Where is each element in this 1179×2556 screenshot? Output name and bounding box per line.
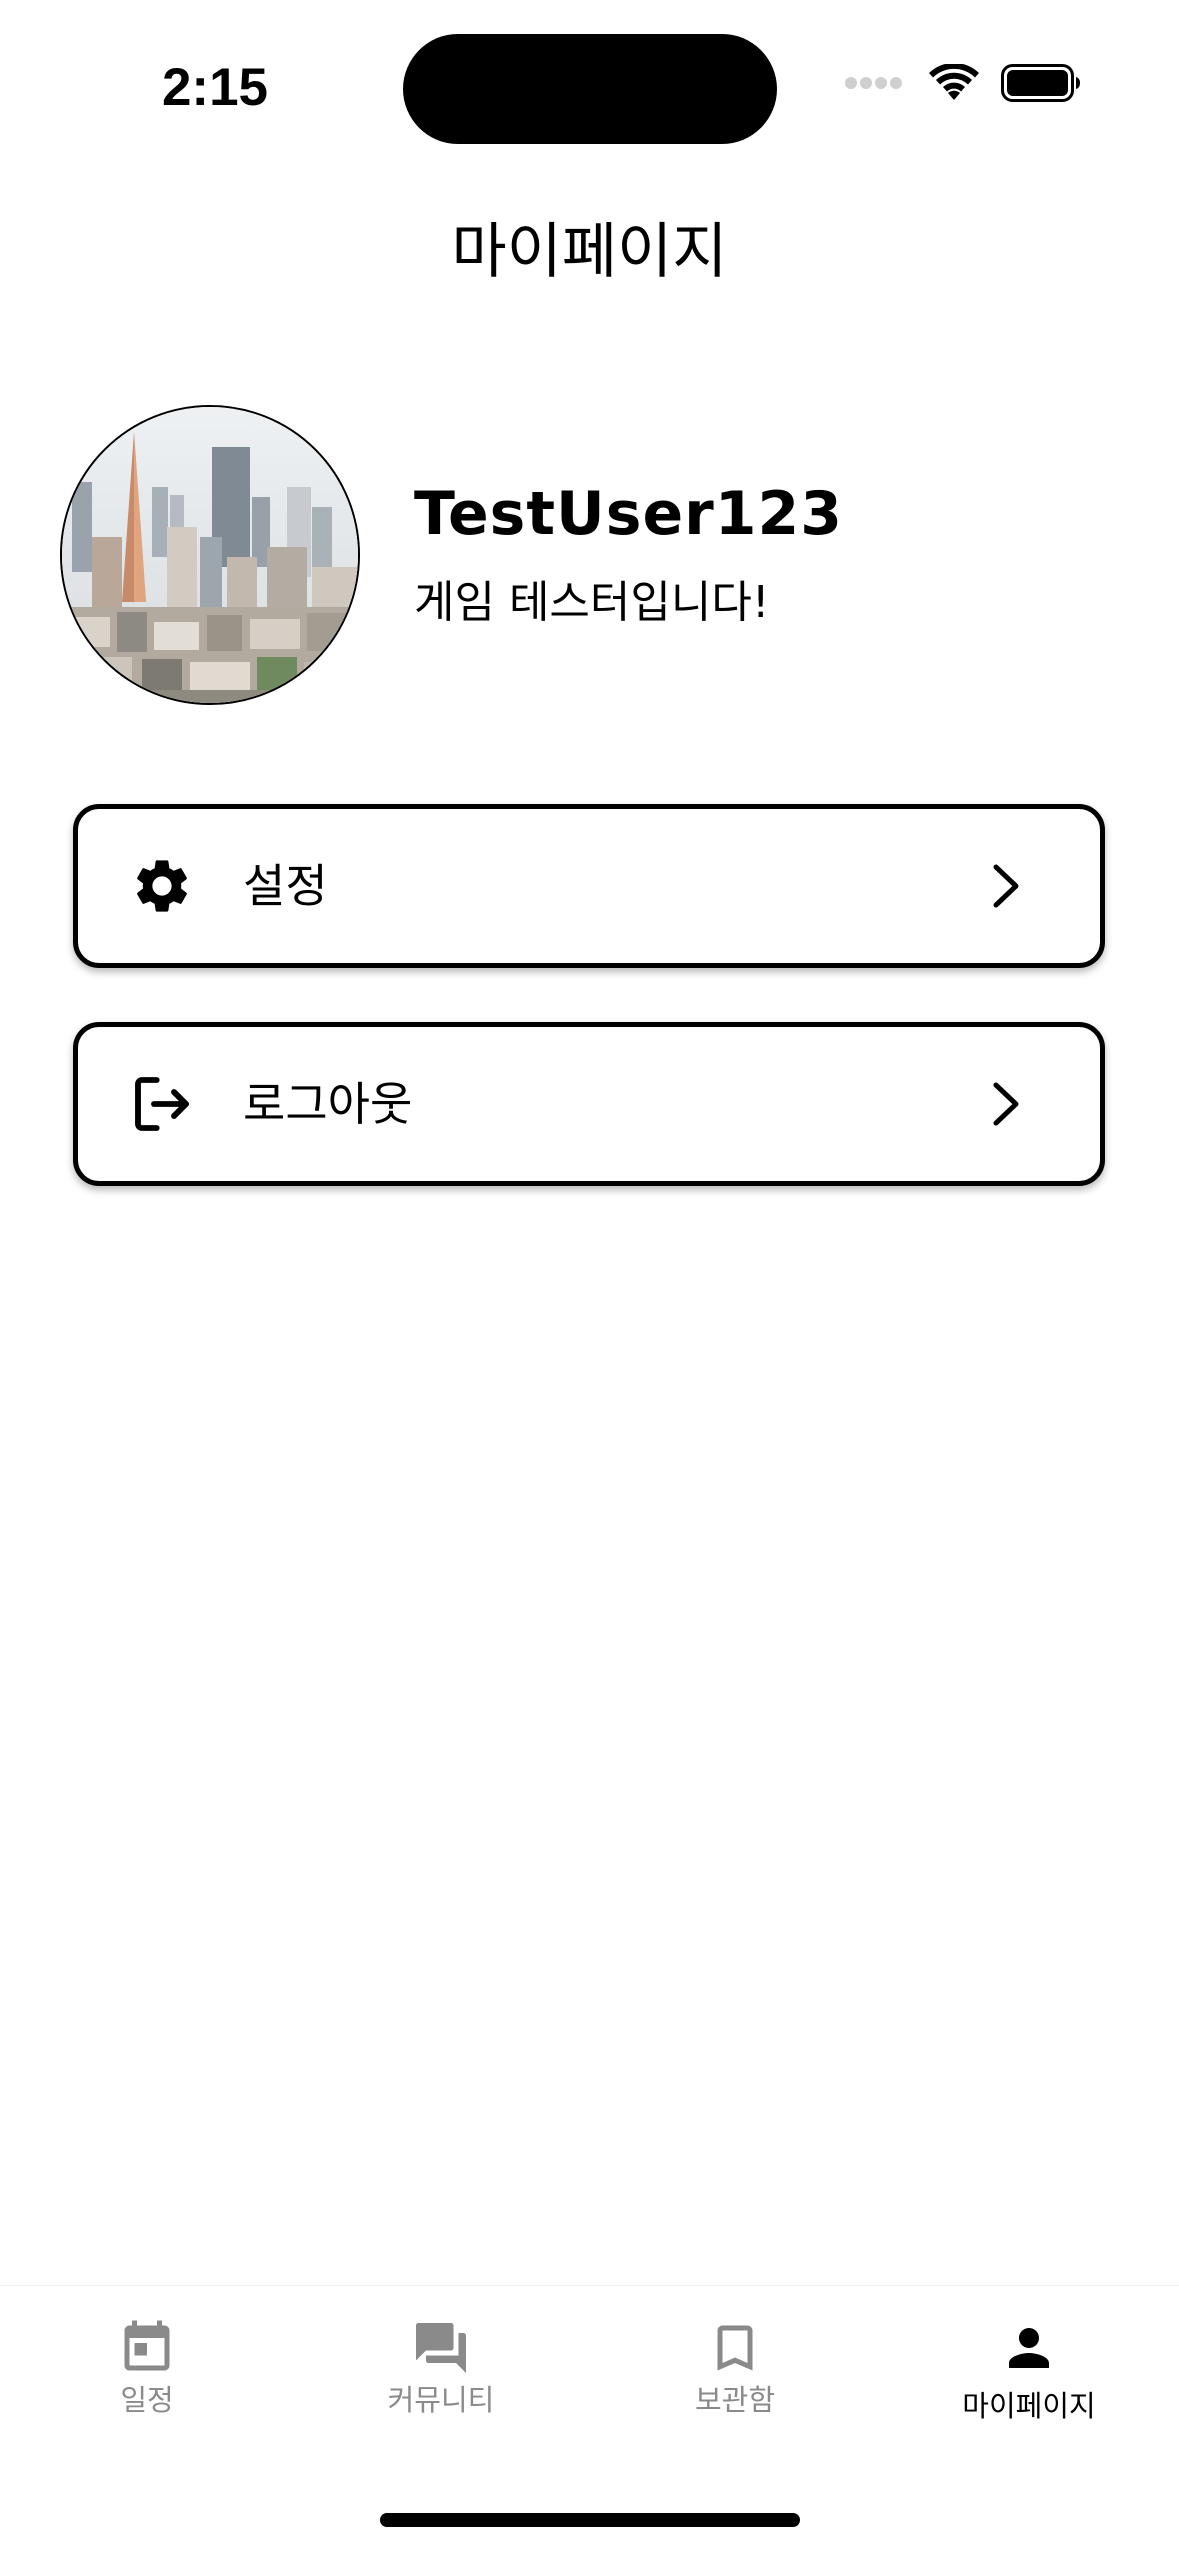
tab-label: 마이페이지: [962, 2389, 1096, 2423]
avatar[interactable]: [60, 405, 360, 705]
settings-label: 설정: [243, 859, 328, 913]
logout-label: 로그아웃: [243, 1077, 413, 1131]
chevron-right-icon: [993, 1082, 1019, 1126]
tab-schedule[interactable]: 일정: [37, 2318, 257, 2420]
person-icon: [1009, 2328, 1049, 2368]
user-bio: 게임 테스터입니다!: [414, 577, 770, 628]
logout-button[interactable]: 로그아웃: [73, 1022, 1105, 1186]
wifi-icon: [929, 64, 979, 100]
home-indicator[interactable]: [380, 2513, 800, 2527]
user-name: TestUser123: [414, 479, 844, 549]
status-time: 2:15: [161, 58, 269, 117]
gear-icon: [137, 860, 187, 912]
tab-label: 일정: [120, 2383, 174, 2417]
tab-label: 커뮤니티: [387, 2383, 495, 2417]
status-indicators: [845, 64, 1081, 102]
chat-icon: [416, 2323, 466, 2373]
chevron-right-icon: [993, 864, 1019, 908]
tab-label: 보관함: [694, 2383, 776, 2417]
settings-button[interactable]: 설정: [73, 804, 1105, 968]
dynamic-island: [403, 34, 777, 144]
page-title: 마이페이지: [451, 217, 728, 287]
tab-community[interactable]: 커뮤니티: [331, 2318, 551, 2420]
battery-icon: [1001, 64, 1080, 102]
calendar-icon: [124, 2320, 170, 2371]
cellular-signal-icon: [845, 77, 905, 89]
logout-icon: [135, 1077, 189, 1131]
tab-storage[interactable]: 보관함: [625, 2318, 845, 2420]
bookmark-icon: [717, 2325, 753, 2371]
avatar-cityscape-image: [62, 407, 358, 703]
tab-mypage[interactable]: 마이페이지: [919, 2318, 1139, 2426]
